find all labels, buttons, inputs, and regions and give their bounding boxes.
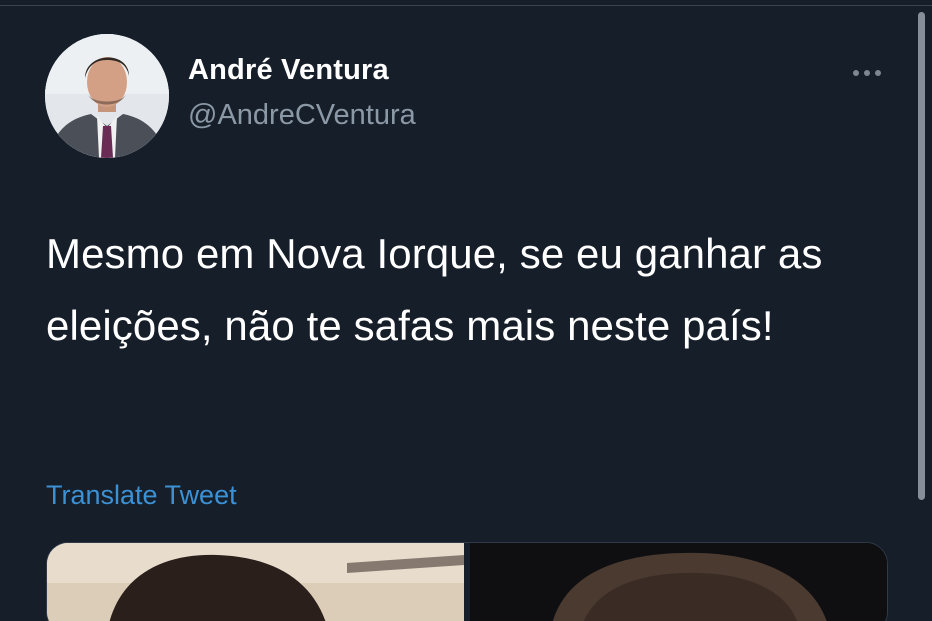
more-horizontal-icon-dot — [875, 70, 881, 76]
tweet-media[interactable] — [46, 542, 888, 621]
more-horizontal-icon-dot — [864, 70, 870, 76]
avatar-photo — [45, 34, 169, 158]
tweet-text: Mesmo em Nova Iorque, se eu ganhar as el… — [46, 230, 823, 349]
more-options-button[interactable] — [844, 60, 890, 86]
media-image-right-photo — [470, 543, 887, 621]
more-horizontal-icon — [853, 70, 859, 76]
media-image-left[interactable] — [47, 543, 464, 621]
media-image-left-photo — [47, 543, 464, 621]
translate-tweet-link[interactable]: Translate Tweet — [46, 480, 237, 511]
author-handle[interactable]: @AndreCVentura — [188, 99, 416, 132]
top-divider — [0, 5, 932, 6]
tweet-screen: André Ventura @AndreCVentura Mesmo em No… — [0, 0, 932, 621]
author-avatar[interactable] — [45, 34, 169, 158]
scrollbar[interactable] — [918, 12, 925, 500]
media-image-right[interactable] — [470, 543, 887, 621]
author-name[interactable]: André Ventura — [188, 54, 389, 87]
